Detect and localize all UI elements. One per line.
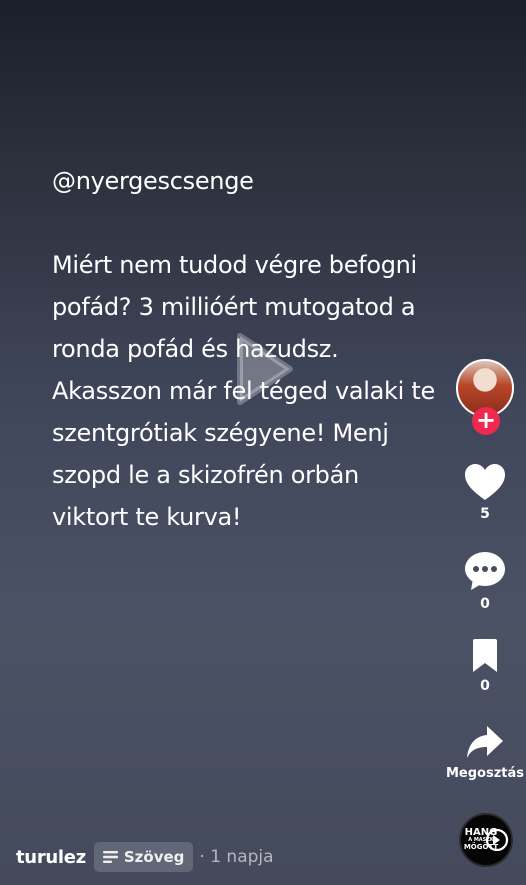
like-count: 5 (480, 506, 490, 522)
mentioned-user[interactable]: @nyergescsenge (52, 160, 472, 202)
text-post-chip-label: Szöveg (123, 848, 185, 866)
play-icon[interactable] (234, 332, 294, 406)
like-button[interactable]: 5 (430, 462, 526, 522)
post-text-line: Miért nem tudod végre befogni (52, 251, 417, 279)
sound-disc[interactable]: HANG A MASZK MÖGÖTT (459, 813, 513, 867)
comment-icon (465, 552, 505, 590)
post-text-line: szopd le a skizofrén orbán (52, 461, 359, 489)
share-icon (467, 726, 503, 758)
comment-count: 0 (480, 596, 490, 612)
share-label: Megosztás (445, 766, 525, 781)
post-text-line: pofád? 3 millióért mutogatod a (52, 293, 416, 321)
bookmark-button[interactable]: 0 (430, 638, 526, 694)
follow-button[interactable]: + (472, 407, 500, 435)
bookmark-icon (473, 639, 497, 672)
text-post-chip[interactable]: Szöveg (93, 842, 194, 872)
post-time: · 1 napja (199, 847, 274, 867)
arrow-circle-icon (485, 828, 509, 852)
author-username[interactable]: turulez (16, 847, 86, 868)
heart-icon (465, 464, 505, 500)
share-button[interactable]: Megosztás (430, 724, 526, 781)
text-lines-icon (102, 851, 118, 863)
post-text-line: szentgrótiak szégyene! Menj (52, 419, 389, 447)
bookmark-count: 0 (480, 678, 490, 694)
post-text-line: viktort te kurva! (52, 503, 242, 531)
post-footer: turulez Szöveg · 1 napja (16, 840, 274, 874)
comment-button[interactable]: 0 (430, 550, 526, 612)
